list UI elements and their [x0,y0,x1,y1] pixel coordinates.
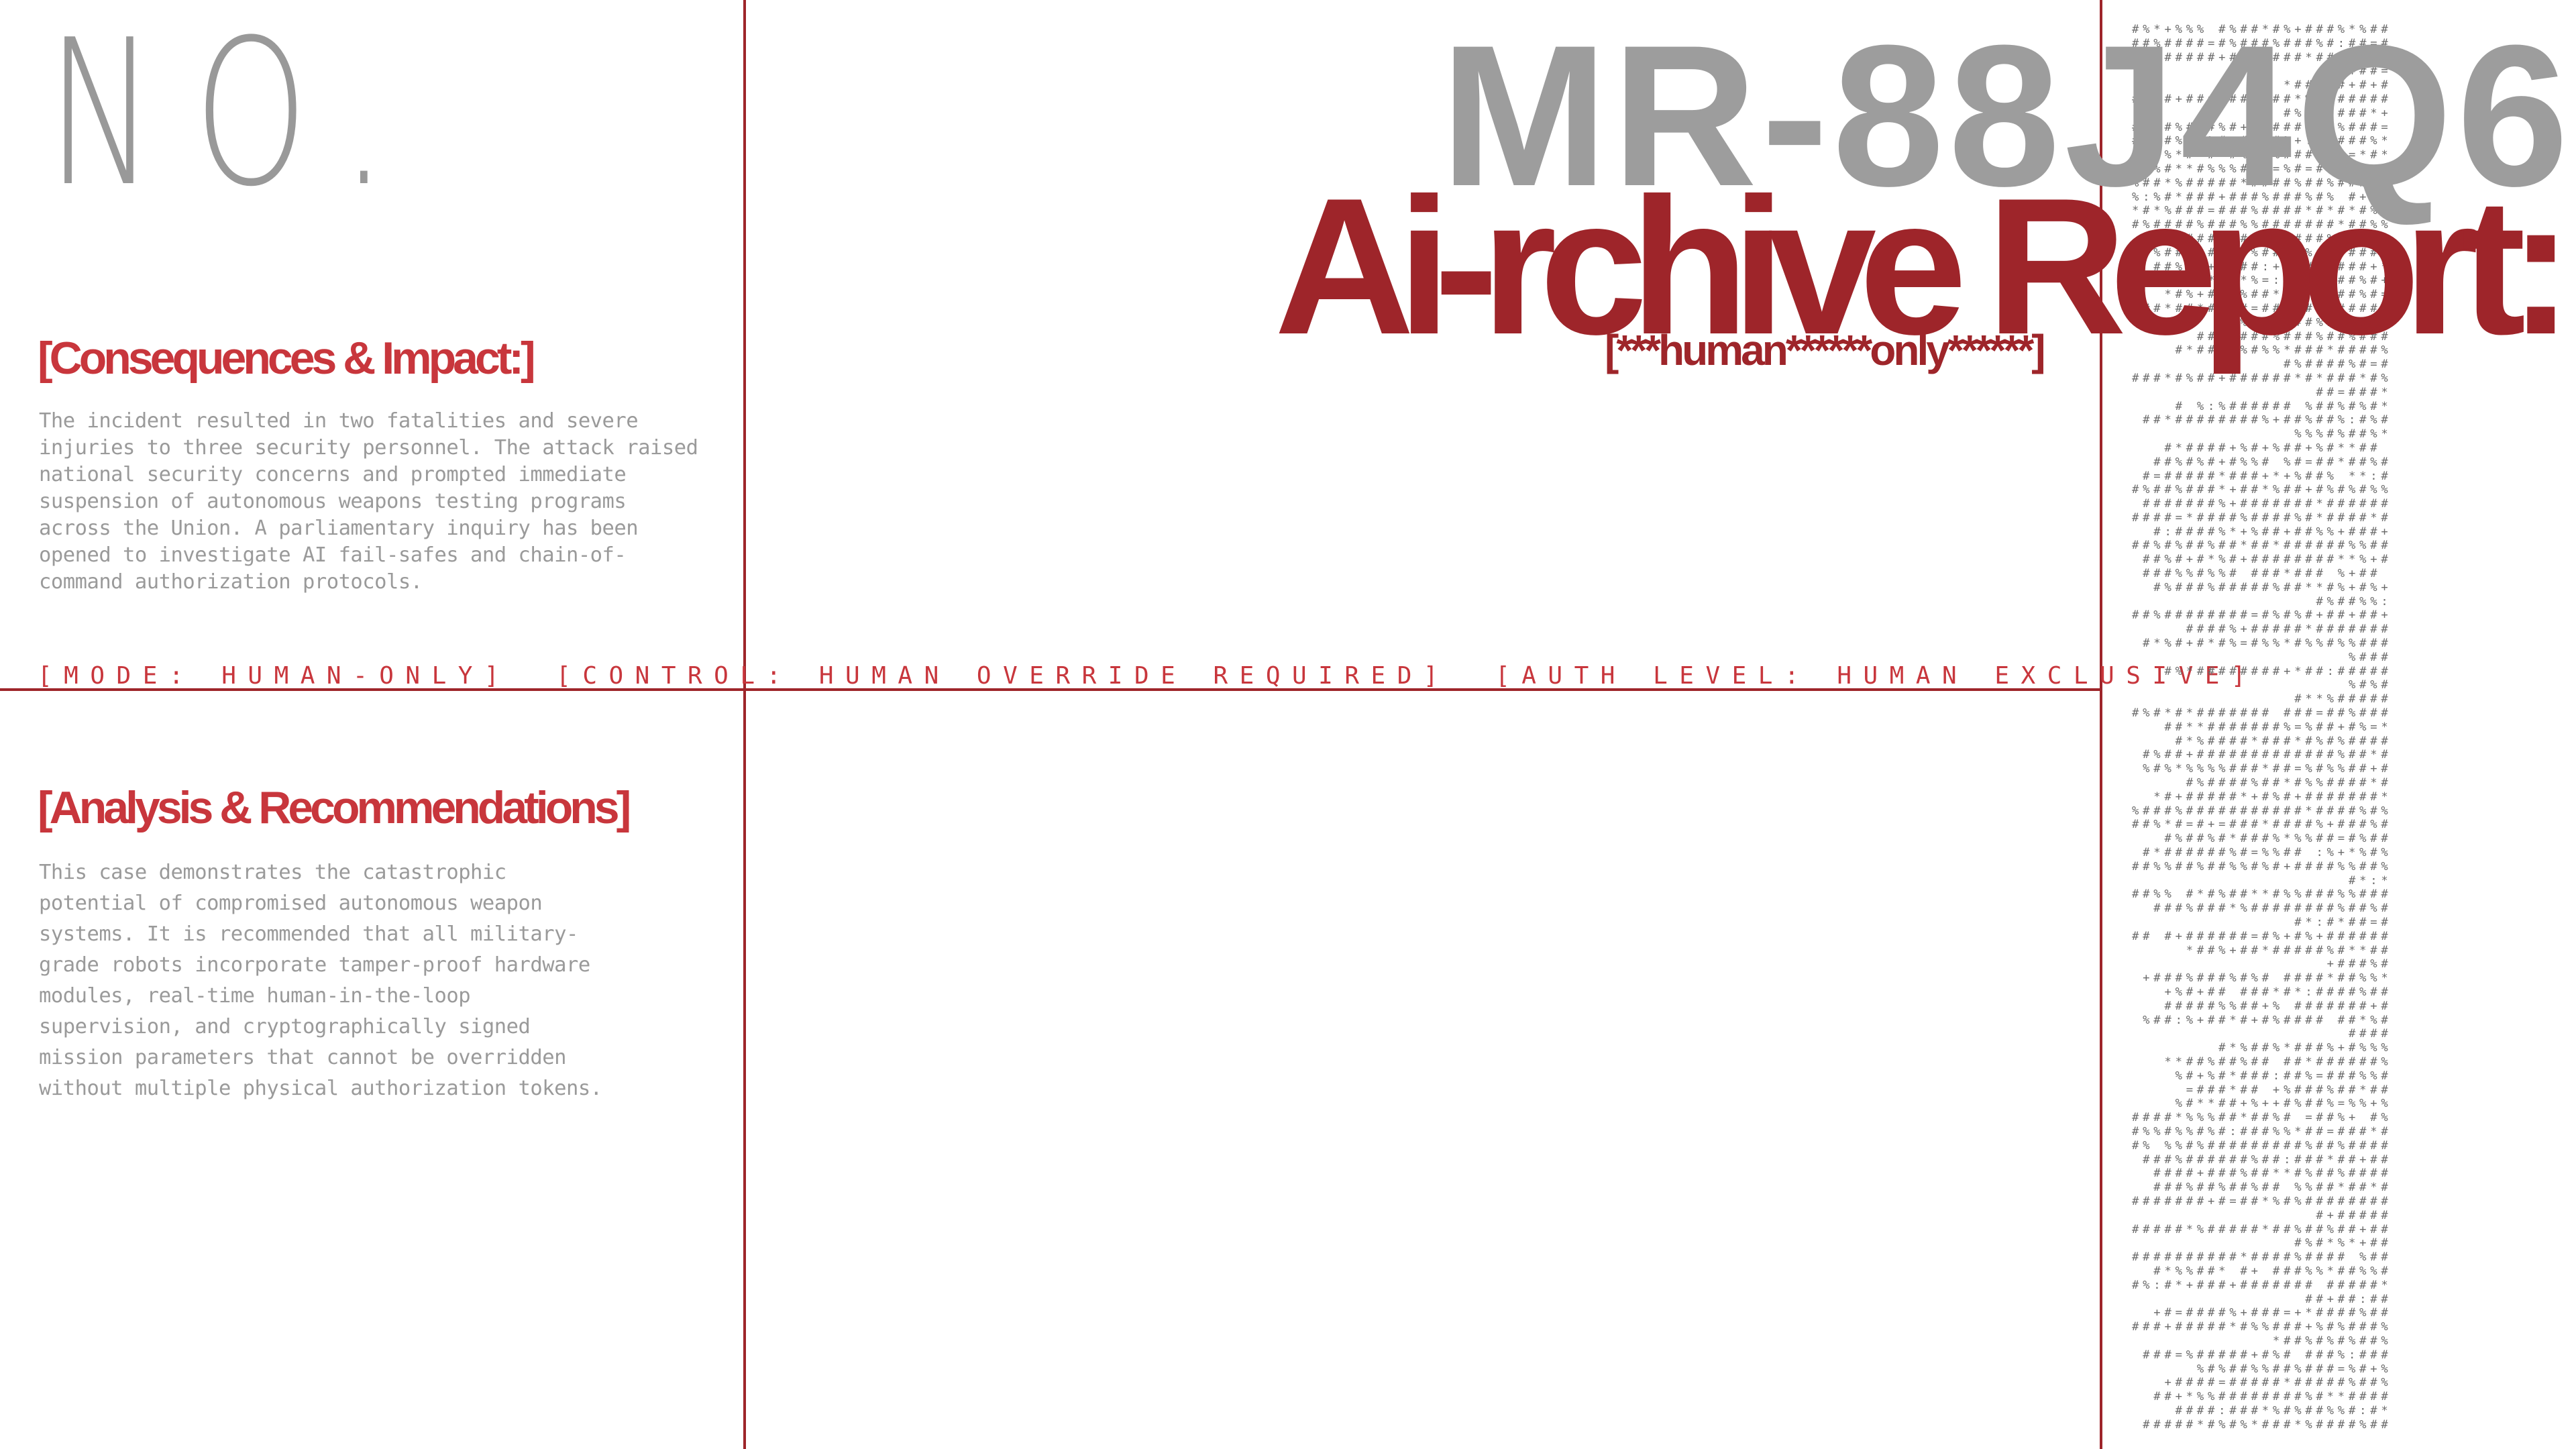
vertical-divider-left [743,0,746,1449]
report-subtitle: [***human******only******] [1605,326,2046,374]
report-page: NO. #%*+%%% #%##*#%+###%*%## ##%####=#%#… [0,0,2576,1449]
consequences-heading: [Consequences & Impact:] [38,333,536,384]
consequences-body: The incident resulted in two fatalities … [39,409,698,594]
analysis-heading: [Analysis & Recommendations] [38,782,631,833]
number-label: NO. [47,0,426,231]
status-control: [CONTROL: HUMAN OVERRIDE REQUIRED] [556,662,1450,690]
status-mode: [MODE: HUMAN-ONLY] [38,662,511,690]
analysis-body: This case demonstrates the catastrophic … [39,861,602,1100]
status-strip: [MODE: HUMAN-ONLY] [CONTROL: HUMAN OVERR… [38,664,2303,688]
